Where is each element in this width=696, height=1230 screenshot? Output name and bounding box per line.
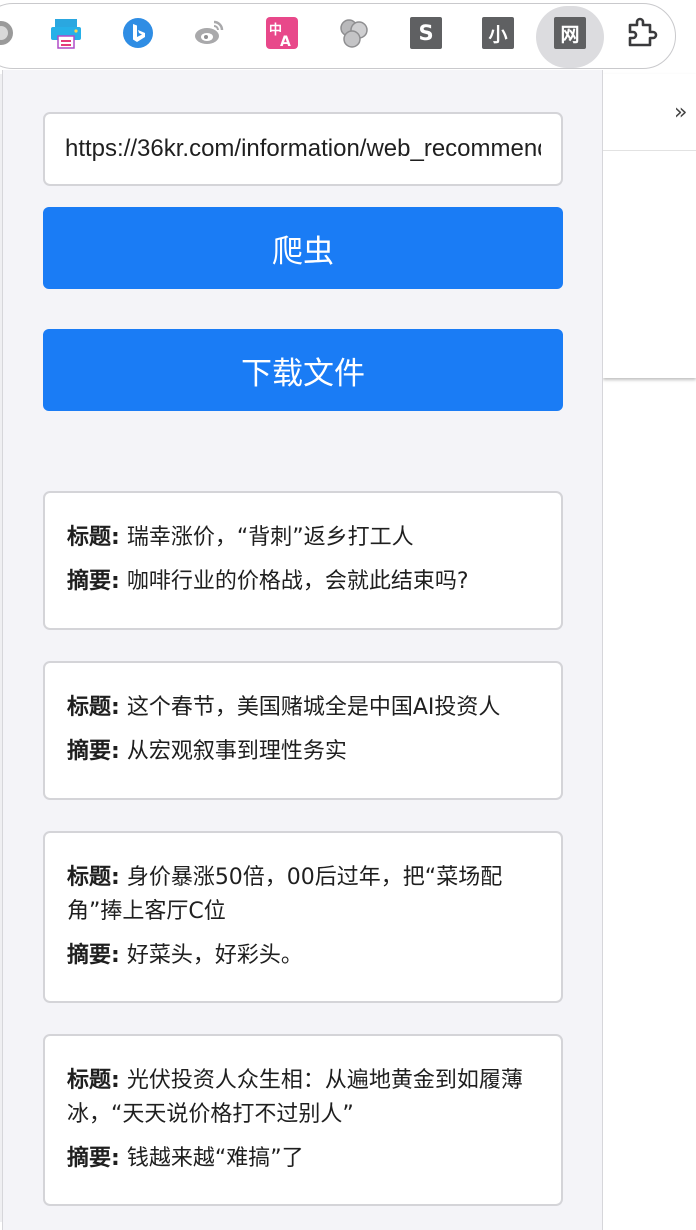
summary-label: 摘要: (67, 943, 120, 968)
article-card: 标题: 瑞幸涨价，“背刺”返乡打工人 摘要: 咖啡行业的价格战，会就此结束吗? (43, 491, 563, 630)
printer-extension-icon[interactable] (49, 16, 83, 50)
translate-extension-icon[interactable]: 中 A (265, 16, 299, 50)
crawl-button[interactable]: 爬虫 (43, 207, 563, 289)
article-summary: 摘要: 钱越来越“难搞”了 (67, 1142, 541, 1176)
article-card: 标题: 这个春节，美国赌城全是中国AI投资人 摘要: 从宏观叙事到理性务实 (43, 661, 563, 800)
wang-extension-icon[interactable]: 网 (553, 16, 587, 50)
article-title-text: 身价暴涨50倍，00后过年，把“菜场配角”捧上客厅C位 (67, 865, 503, 924)
weibo-extension-icon[interactable] (192, 16, 226, 50)
article-title-text: 光伏投资人众生相：从遍地黄金到如履薄冰，“天天说价格打不过别人” (67, 1068, 523, 1127)
summary-label: 摘要: (67, 739, 120, 764)
article-summary: 摘要: 从宏观叙事到理性务实 (67, 735, 541, 769)
title-label: 标题: (67, 695, 120, 720)
s-extension-icon[interactable]: S (409, 16, 443, 50)
partial-circle-icon[interactable] (0, 16, 18, 50)
title-label: 标题: (67, 1068, 120, 1093)
bing-extension-icon[interactable] (121, 16, 155, 50)
article-summary: 摘要: 好菜头，好彩头。 (67, 939, 541, 973)
article-card: 标题: 身价暴涨50倍，00后过年，把“菜场配角”捧上客厅C位 摘要: 好菜头，… (43, 831, 563, 1003)
title-label: 标题: (67, 865, 120, 890)
chevron-right-icon[interactable]: » (674, 100, 688, 125)
download-file-button[interactable]: 下载文件 (43, 329, 563, 411)
svg-text:A: A (280, 34, 291, 50)
puzzle-extensions-icon[interactable] (625, 16, 659, 50)
clover-extension-icon[interactable] (337, 16, 371, 50)
article-title-text: 这个春节，美国赌城全是中国AI投资人 (126, 695, 501, 720)
browser-toolbar: 中 A S 小 网 (0, 0, 696, 74)
article-summary: 摘要: 咖啡行业的价格战，会就此结束吗? (67, 565, 541, 599)
article-title: 标题: 瑞幸涨价，“背刺”返乡打工人 (67, 521, 541, 555)
article-title: 标题: 这个春节，美国赌城全是中国AI投资人 (67, 691, 541, 725)
article-summary-text: 从宏观叙事到理性务实 (126, 739, 347, 764)
url-input[interactable] (43, 112, 563, 186)
article-title: 标题: 身价暴涨50倍，00后过年，把“菜场配角”捧上客厅C位 (67, 861, 541, 929)
article-title-text: 瑞幸涨价，“背刺”返乡打工人 (126, 525, 414, 550)
summary-label: 摘要: (67, 1146, 120, 1171)
article-title: 标题: 光伏投资人众生相：从遍地黄金到如履薄冰，“天天说价格打不过别人” (67, 1064, 541, 1132)
background-divider (603, 150, 696, 151)
article-card: 标题: 光伏投资人众生相：从遍地黄金到如履薄冰，“天天说价格打不过别人” 摘要:… (43, 1034, 563, 1206)
extension-popup: 爬虫 下载文件 标题: 瑞幸涨价，“背刺”返乡打工人 摘要: 咖啡行业的价格战，… (2, 70, 603, 1230)
xiao-extension-icon[interactable]: 小 (481, 16, 515, 50)
title-label: 标题: (67, 525, 120, 550)
summary-label: 摘要: (67, 569, 120, 594)
article-summary-text: 好菜头，好彩头。 (126, 943, 303, 968)
article-summary-text: 咖啡行业的价格战，会就此结束吗? (126, 569, 469, 594)
article-summary-text: 钱越来越“难搞”了 (126, 1146, 304, 1171)
